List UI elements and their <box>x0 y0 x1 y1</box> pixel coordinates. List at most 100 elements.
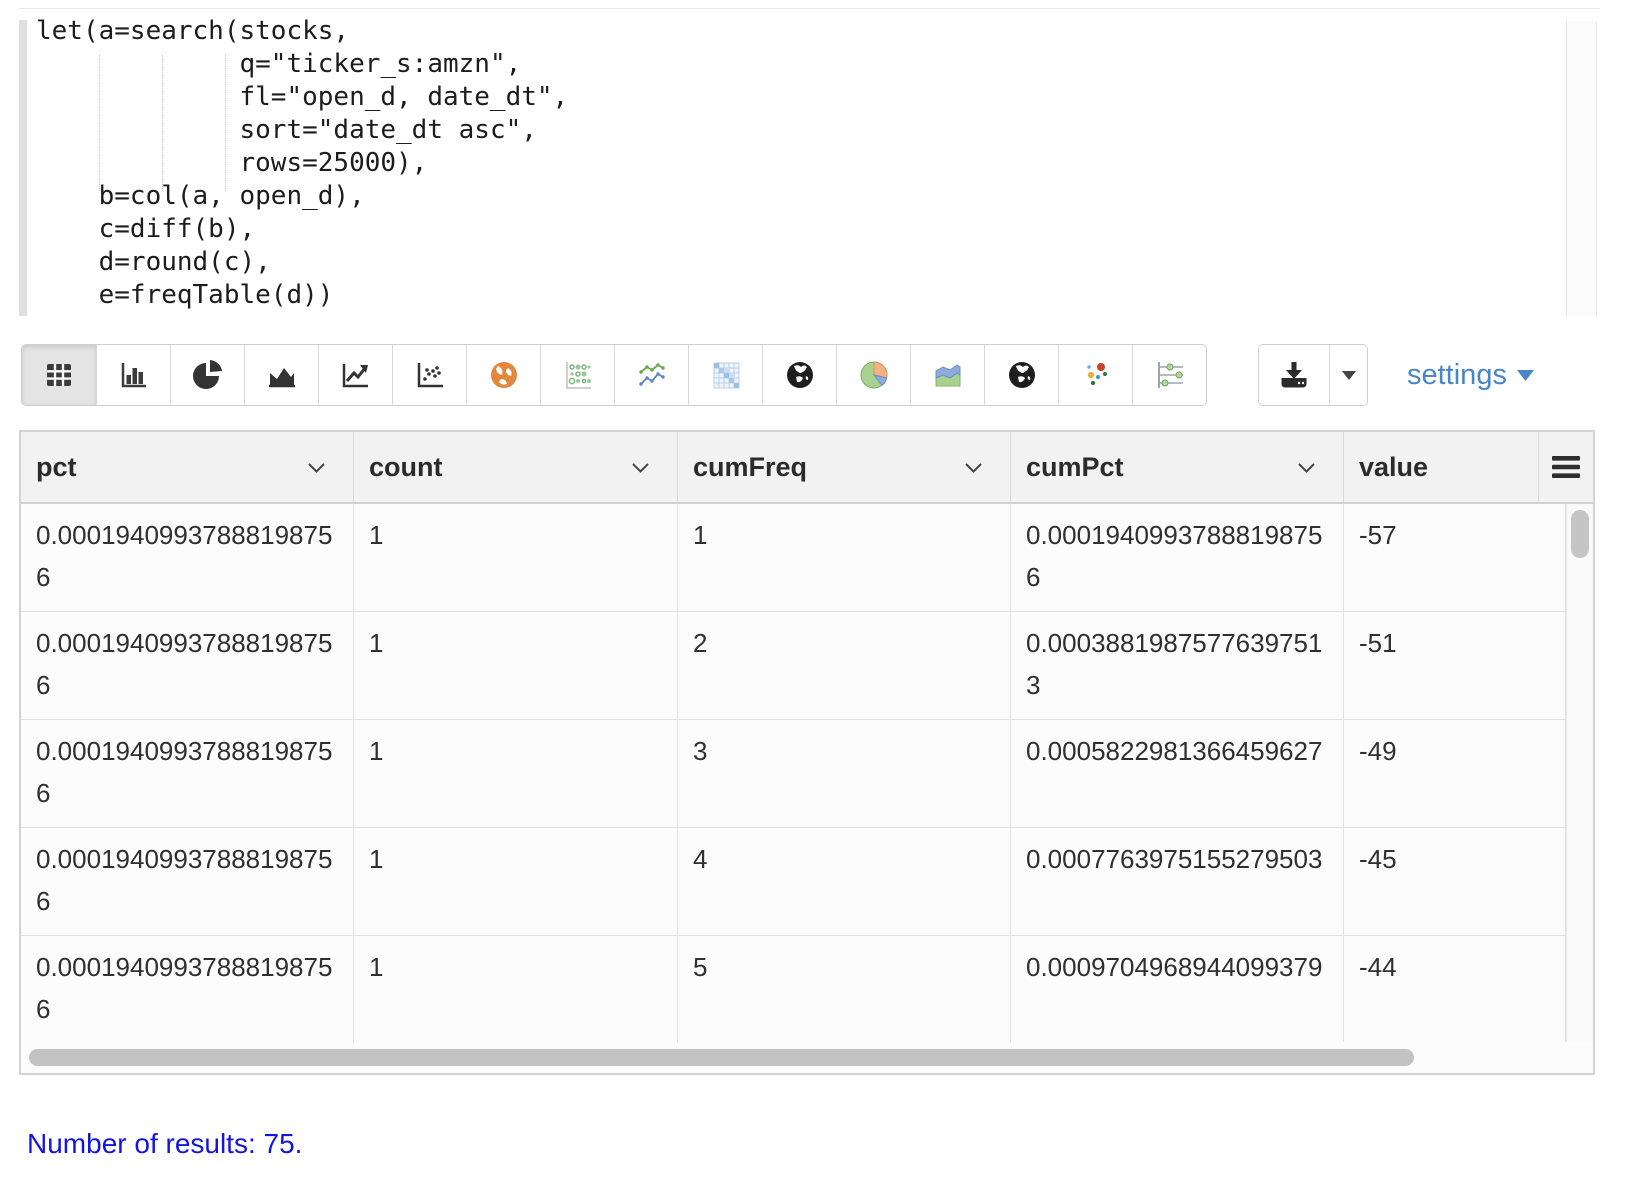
viz-pie-chart-button[interactable] <box>170 345 244 405</box>
bar-chart-icon <box>118 359 150 391</box>
viz-multi-line-button[interactable] <box>614 345 688 405</box>
vertical-scrollbar-track[interactable] <box>1566 504 1593 1042</box>
caret-down-icon <box>1517 370 1534 381</box>
chevron-down-icon[interactable] <box>632 463 649 473</box>
column-header-pct[interactable]: pct <box>21 432 354 502</box>
table-row: 0.00019409937888198756 1 4 0.00077639751… <box>21 828 1593 936</box>
globe-dark-icon <box>784 359 816 391</box>
table-menu-button[interactable] <box>1538 432 1593 502</box>
viz-bar-chart-button[interactable] <box>96 345 170 405</box>
globe-dark-icon <box>1006 359 1038 391</box>
cell-count: 1 <box>354 612 678 719</box>
scatter-plot-icon <box>414 359 446 391</box>
column-label: value <box>1359 452 1428 483</box>
pie-chart-color-icon <box>858 359 890 391</box>
area-chart-icon <box>266 359 298 391</box>
viz-pie-color-button[interactable] <box>836 345 910 405</box>
column-label: pct <box>36 452 77 483</box>
cell-count: 1 <box>354 504 678 611</box>
chevron-down-icon[interactable] <box>1298 463 1315 473</box>
table-row: 0.00019409937888198756 1 5 0.00097049689… <box>21 936 1593 1042</box>
table-header-row: pct count cumFreq cumPct <box>21 432 1593 504</box>
settings-link[interactable]: settings <box>1407 344 1534 406</box>
column-header-count[interactable]: count <box>354 432 678 502</box>
viz-scatter-button[interactable] <box>392 345 466 405</box>
cell-cumFreq: 3 <box>678 720 1011 827</box>
sliders-icon <box>1153 359 1187 391</box>
viz-button-group <box>21 344 1207 406</box>
viz-scatter-color-button[interactable] <box>1058 345 1132 405</box>
editor-gutter-bar <box>19 20 27 316</box>
cell-cumPct: 0.0005822981366459627 <box>1011 720 1344 827</box>
cell-value: -44 <box>1344 936 1566 1042</box>
editor-scrollbar-track[interactable] <box>1566 21 1597 316</box>
vertical-scrollbar-thumb[interactable] <box>1571 510 1589 558</box>
results-table: pct count cumFreq cumPct <box>19 430 1595 1075</box>
cell-cumFreq: 1 <box>678 504 1011 611</box>
cell-cumPct: 0.0007763975155279503 <box>1011 828 1344 935</box>
dot-grid-icon <box>562 359 594 391</box>
viz-area-color-button[interactable] <box>910 345 984 405</box>
horizontal-scrollbar-thumb[interactable] <box>29 1049 1414 1066</box>
cell-count: 1 <box>354 936 678 1042</box>
page: let(a=search(stocks, q="ticker_s:amzn", … <box>0 0 1626 1184</box>
cell-cumPct: 0.00019409937888198756 <box>1011 504 1344 611</box>
download-button[interactable] <box>1259 345 1329 405</box>
visualization-toolbar: settings <box>21 344 1601 406</box>
viz-globe-orange-button[interactable] <box>466 345 540 405</box>
table-icon <box>43 359 75 391</box>
cell-value: -49 <box>1344 720 1566 827</box>
cell-pct: 0.00019409937888198756 <box>21 612 354 719</box>
results-count-text: Number of results: 75. <box>27 1128 302 1160</box>
cell-count: 1 <box>354 720 678 827</box>
cell-cumFreq: 5 <box>678 936 1011 1042</box>
download-options-button[interactable] <box>1329 345 1367 405</box>
viz-area-chart-button[interactable] <box>244 345 318 405</box>
viz-table-button[interactable] <box>22 345 96 405</box>
cell-pct: 0.00019409937888198756 <box>21 936 354 1042</box>
caret-down-icon <box>1342 371 1356 380</box>
globe-orange-icon <box>488 359 520 391</box>
viz-line-chart-button[interactable] <box>318 345 392 405</box>
table-row: 0.00019409937888198756 1 1 0.00019409937… <box>21 504 1593 612</box>
cell-cumPct: 0.0009704968944099379 <box>1011 936 1344 1042</box>
cell-pct: 0.00019409937888198756 <box>21 720 354 827</box>
table-row: 0.00019409937888198756 1 3 0.00058229813… <box>21 720 1593 828</box>
code-editor[interactable]: let(a=search(stocks, q="ticker_s:amzn", … <box>19 8 1600 325</box>
table-row: 0.00019409937888198756 1 2 0.00038819875… <box>21 612 1593 720</box>
column-label: cumFreq <box>693 452 807 483</box>
area-chart-color-icon <box>932 359 964 391</box>
hamburger-menu-icon <box>1552 456 1580 478</box>
viz-heatmap-button[interactable] <box>688 345 762 405</box>
column-label: count <box>369 452 443 483</box>
column-header-cumPct[interactable]: cumPct <box>1011 432 1344 502</box>
cell-value: -45 <box>1344 828 1566 935</box>
column-header-value[interactable]: value <box>1344 432 1538 502</box>
chevron-down-icon[interactable] <box>965 463 982 473</box>
viz-sliders-button[interactable] <box>1132 345 1206 405</box>
cell-value: -57 <box>1344 504 1566 611</box>
column-header-cumFreq[interactable]: cumFreq <box>678 432 1011 502</box>
viz-globe-dark-button[interactable] <box>762 345 836 405</box>
multi-line-chart-icon <box>636 359 668 391</box>
line-chart-icon <box>340 359 372 391</box>
viz-globe-dark-2-button[interactable] <box>984 345 1058 405</box>
pie-chart-icon <box>192 359 224 391</box>
chevron-down-icon[interactable] <box>308 463 325 473</box>
download-icon <box>1277 359 1311 391</box>
cell-cumPct: 0.00038819875776397513 <box>1011 612 1344 719</box>
table-body: 0.00019409937888198756 1 1 0.00019409937… <box>21 504 1593 1042</box>
column-label: cumPct <box>1026 452 1124 483</box>
cell-count: 1 <box>354 828 678 935</box>
scatter-color-icon <box>1080 359 1112 391</box>
horizontal-scrollbar-track[interactable] <box>21 1042 1593 1073</box>
streaming-expression-code[interactable]: let(a=search(stocks, q="ticker_s:amzn", … <box>36 15 568 312</box>
settings-label: settings <box>1407 359 1507 392</box>
cell-pct: 0.00019409937888198756 <box>21 504 354 611</box>
heatmap-icon <box>710 359 742 391</box>
viz-dot-grid-button[interactable] <box>540 345 614 405</box>
cell-value: -51 <box>1344 612 1566 719</box>
download-button-group <box>1258 344 1368 406</box>
cell-pct: 0.00019409937888198756 <box>21 828 354 935</box>
cell-cumFreq: 2 <box>678 612 1011 719</box>
